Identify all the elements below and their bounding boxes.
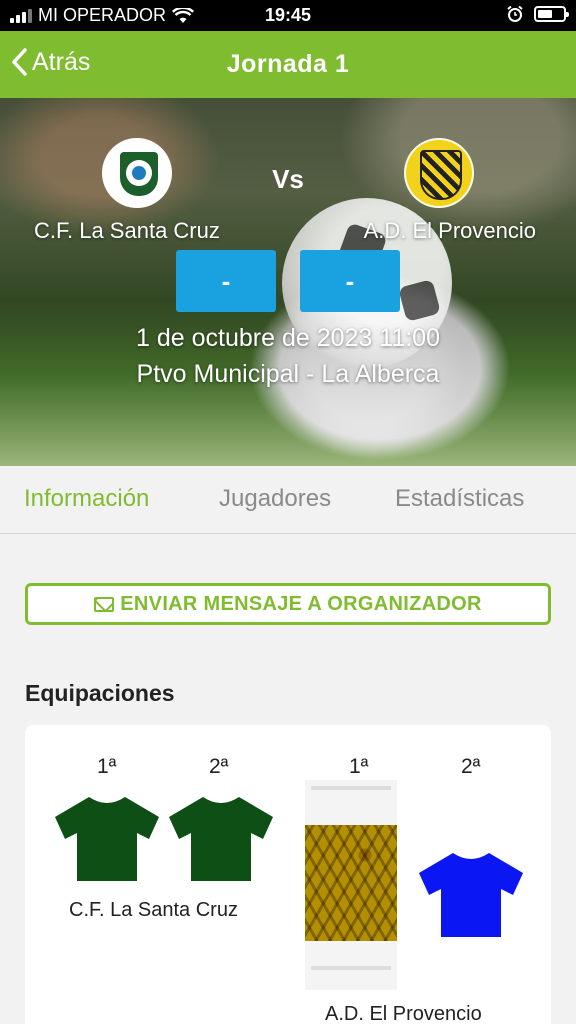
kits-section-title: Equipaciones (25, 680, 175, 706)
away-second-shirt-icon (419, 853, 523, 937)
away-first-kit-photo (305, 780, 397, 990)
tab-bar: Información Jugadores Estadísticas (0, 466, 576, 534)
tab-jugadores[interactable]: Jugadores (219, 485, 331, 513)
away-team-crest (404, 138, 474, 208)
vs-label: Vs (272, 164, 304, 194)
home-first-shirt-icon (55, 797, 159, 881)
nav-bar: Atrás Jornada 1 (0, 31, 576, 98)
home-kit-team-name: C.F. La Santa Cruz (69, 899, 238, 921)
info-content: ENVIAR MENSAJE A ORGANIZADOR Equipacione… (0, 535, 576, 1024)
away-first-kit-label: 1ª (349, 755, 369, 778)
home-first-kit-label: 1ª (97, 755, 117, 778)
page-title: Jornada 1 (226, 50, 350, 78)
home-second-shirt-icon (169, 797, 273, 881)
home-second-kit-label: 2ª (209, 755, 229, 778)
kits-card: 1ª 2ª C.F. La Santa Cruz 1ª 2ª A.D. El P… (25, 725, 551, 1024)
away-team-name: A.D. El Provencio (363, 218, 536, 243)
away-kit-team-name: A.D. El Provencio (325, 1003, 482, 1024)
alarm-icon (507, 5, 523, 22)
mail-icon (94, 596, 115, 612)
battery-icon (534, 6, 569, 22)
status-right (506, 5, 569, 23)
home-team-name: C.F. La Santa Cruz (34, 218, 220, 243)
status-time: 19:45 (264, 5, 312, 25)
match-venue: Ptvo Municipal - La Alberca (136, 360, 440, 388)
status-bar: MI OPERADOR 19:45 (0, 0, 576, 31)
send-message-label: ENVIAR MENSAJE A ORGANIZADOR (120, 592, 482, 615)
match-header: Vs C.F. La Santa Cruz A.D. El Provencio … (0, 98, 576, 466)
tab-estadisticas[interactable]: Estadísticas (395, 485, 524, 513)
away-second-kit-label: 2ª (461, 755, 481, 778)
match-date: 1 de octubre de 2023 11:00 (136, 324, 440, 352)
away-score: - (300, 250, 400, 312)
home-score: - (176, 250, 276, 312)
tab-informacion[interactable]: Información (24, 485, 149, 513)
home-team-crest (102, 138, 172, 208)
send-message-button[interactable]: ENVIAR MENSAJE A ORGANIZADOR (25, 583, 551, 625)
